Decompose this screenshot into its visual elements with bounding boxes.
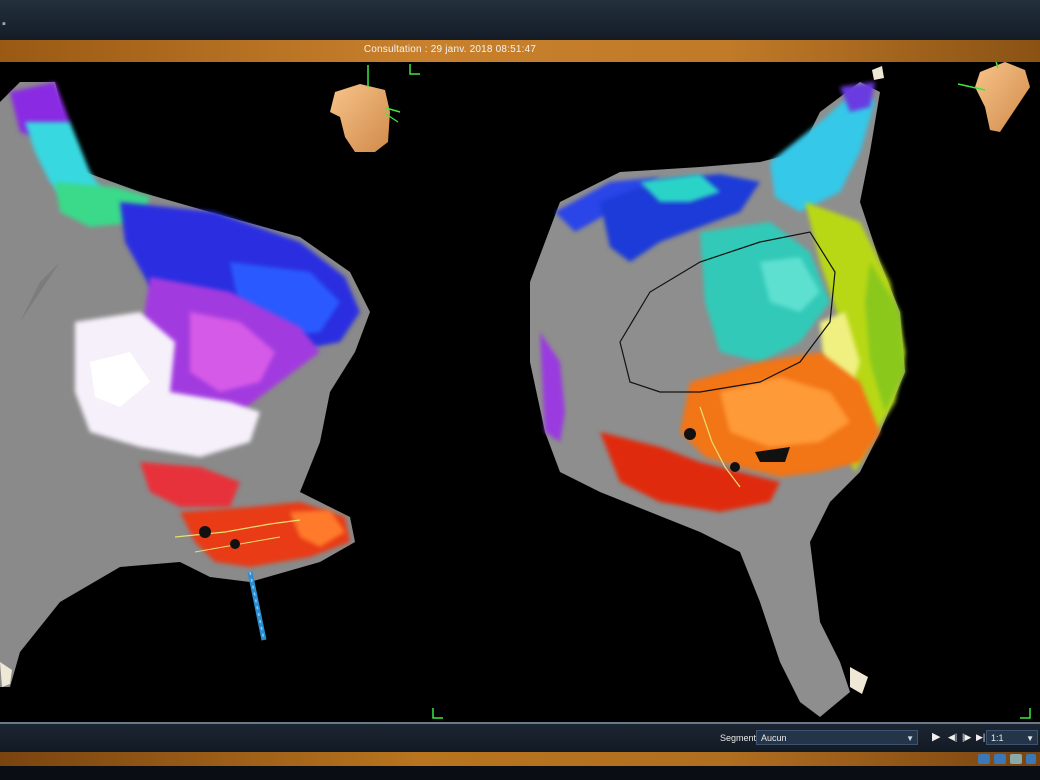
segment-dropdown-value: Aucun: [761, 733, 787, 743]
footer-bar: [0, 752, 1040, 766]
chevron-down-icon: ▼: [1026, 734, 1034, 743]
chevron-down-icon: ▼: [906, 734, 914, 743]
skip-end-icon[interactable]: ▶|: [976, 731, 985, 744]
notification-icon[interactable]: [1026, 754, 1036, 764]
orientation-torso-right-icon[interactable]: [957, 62, 1030, 132]
taskbar-strip: [0, 766, 1040, 780]
left-heart-model[interactable]: [0, 82, 370, 687]
play-icon[interactable]: ▶: [932, 731, 940, 744]
viewport-graphics: [0, 62, 1031, 719]
3d-map-viewport[interactable]: [0, 62, 1040, 722]
consultation-timestamp: Consultation : 29 janv. 2018 08:51:47: [363, 44, 537, 55]
step-forward-icon[interactable]: |▶: [962, 731, 971, 744]
window-edge-marker: ▪: [2, 18, 6, 30]
orientation-torso-left-icon[interactable]: [330, 65, 401, 152]
right-heart-model[interactable]: [530, 66, 905, 717]
monitor-icon[interactable]: [1010, 754, 1022, 764]
segment-dropdown[interactable]: Aucun ▼: [756, 730, 918, 745]
zoom-dropdown[interactable]: 1:1 ▼: [986, 730, 1038, 745]
network-icon[interactable]: [994, 754, 1006, 764]
zoom-dropdown-value: 1:1: [991, 733, 1004, 743]
segment-label: Segment: [720, 733, 757, 743]
step-back-icon[interactable]: ◀|: [948, 731, 957, 744]
window-titlebar: ▪: [0, 0, 1040, 40]
chat-icon[interactable]: [978, 754, 990, 764]
